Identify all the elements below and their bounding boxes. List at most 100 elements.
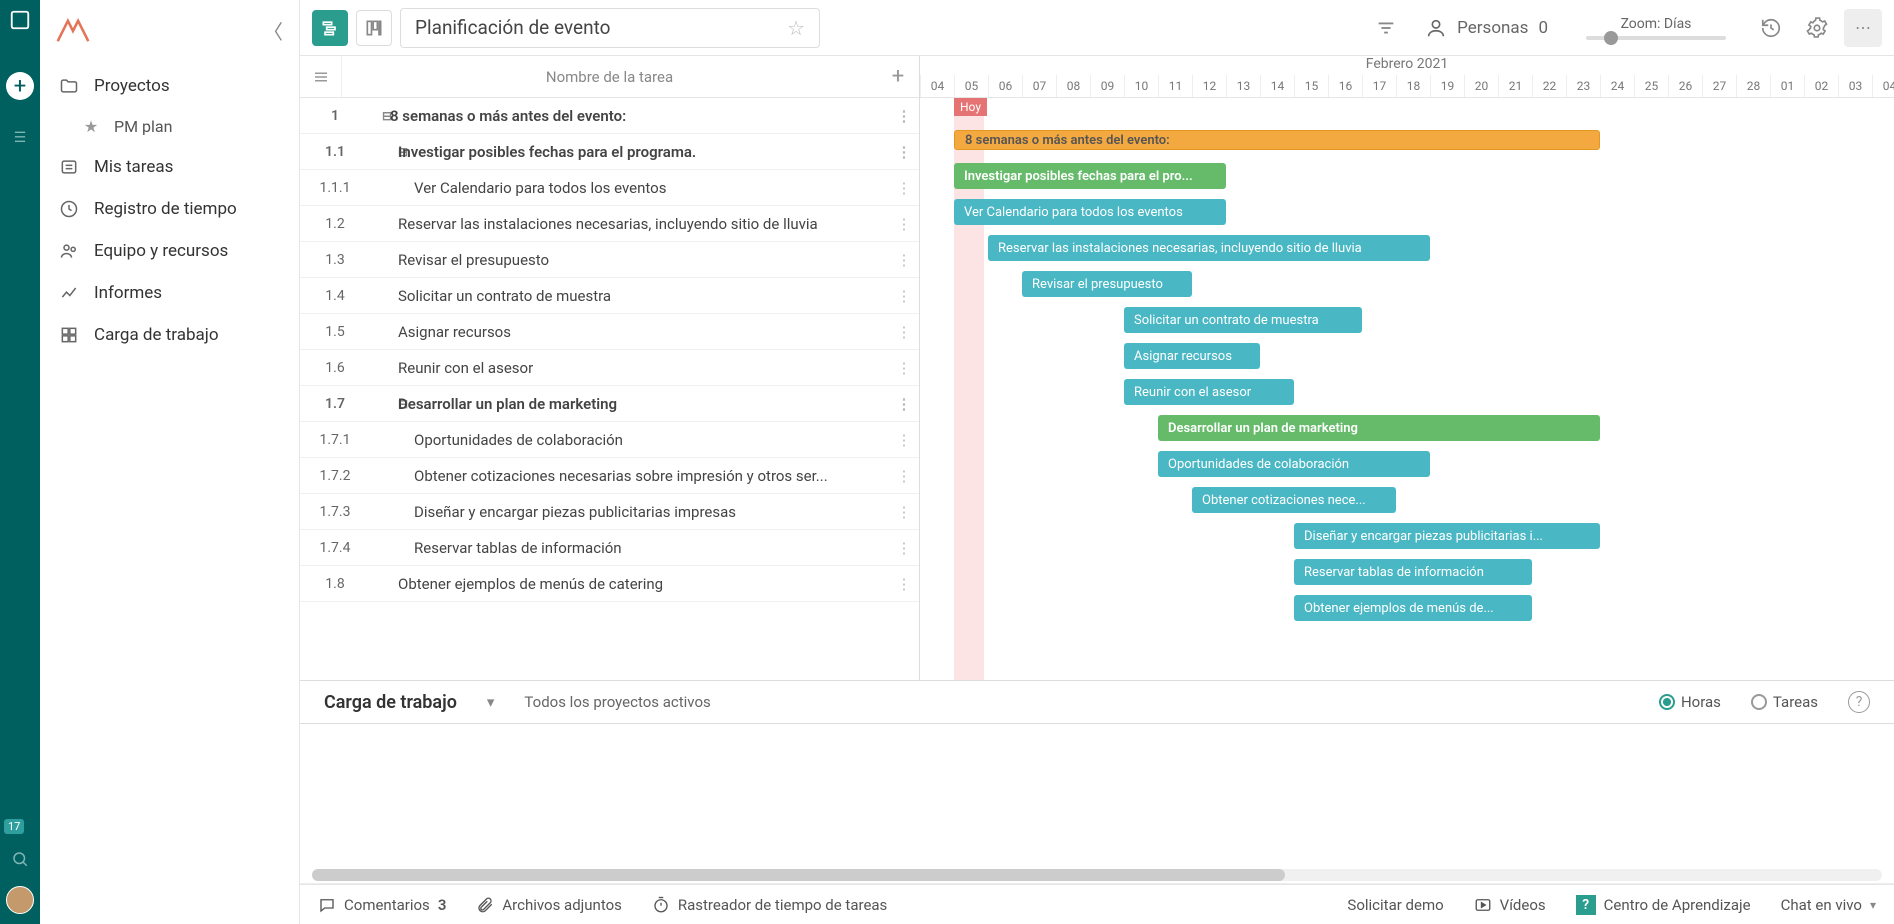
task-more-icon[interactable]: ⋮ [889,503,919,521]
task-more-icon[interactable]: ⋮ [889,359,919,377]
collapse-icon[interactable]: ⊟ [370,145,398,159]
zoom-control[interactable]: Zoom: Días [1568,16,1744,40]
footer-videos[interactable]: Vídeos [1474,896,1546,914]
project-title-box[interactable]: Planificación de evento ☆ [400,8,820,48]
task-more-icon[interactable]: ⋮ [889,575,919,593]
zoom-slider[interactable] [1586,36,1726,40]
user-avatar[interactable] [6,886,34,914]
help-icon[interactable]: ? [1848,691,1870,713]
filter-icon[interactable] [1367,9,1405,47]
gantt-bar[interactable]: Solicitar un contrato de muestra [1124,307,1362,333]
task-row[interactable]: 1.5 Asignar recursos ⋮ [300,314,919,350]
collapse-icon[interactable]: ⊟ [370,109,390,123]
gantt-bar[interactable]: Diseñar y encargar piezas publicitarias … [1294,523,1600,549]
collapse-icon[interactable]: ⊟ [370,397,398,411]
radio-tasks[interactable]: Tareas [1751,693,1818,711]
history-icon[interactable] [1752,9,1790,47]
task-row[interactable]: 1.7 ⊟ Desarrollar un plan de marketing ⋮ [300,386,919,422]
gantt-row: Reservar tablas de información [920,554,1894,590]
notification-badge[interactable]: 17 [4,819,24,834]
workload-filter-label[interactable]: Todos los proyectos activos [524,693,710,711]
task-row[interactable]: 1.2 Reservar las instalaciones necesaria… [300,206,919,242]
gantt-bar[interactable]: Desarrollar un plan de marketing [1158,415,1600,441]
gantt-bar[interactable]: Asignar recursos [1124,343,1260,369]
task-row[interactable]: 1.8 Obtener ejemplos de menús de caterin… [300,566,919,602]
sidebar-item-team[interactable]: Equipo y recursos [40,230,299,272]
task-more-icon[interactable]: ⋮ [889,395,919,413]
task-more-icon[interactable]: ⋮ [889,323,919,341]
gantt-bar[interactable]: Investigar posibles fechas para el pro..… [954,163,1226,189]
settings-icon[interactable] [1798,9,1836,47]
rail-menu-icon[interactable]: ☰ [14,130,27,146]
brand-logo-icon [56,17,88,45]
app-rail: + ☰ 17 [0,0,40,924]
footer-time-tracker[interactable]: Rastreador de tiempo de tareas [652,896,887,914]
day-header: 07 [1022,75,1056,97]
radio-hours[interactable]: Horas [1659,693,1721,711]
gantt-bar[interactable]: Oportunidades de colaboración [1158,451,1430,477]
favorite-star-icon[interactable]: ☆ [787,16,805,40]
gantt-row: Diseñar y encargar piezas publicitarias … [920,518,1894,554]
task-row[interactable]: 1.7.3 Diseñar y encargar piezas publicit… [300,494,919,530]
gantt-bar[interactable]: Reservar las instalaciones necesarias, i… [988,235,1430,261]
task-more-icon[interactable]: ⋮ [889,179,919,197]
more-options-icon[interactable]: ⋯ [1844,9,1882,47]
footer-attachments[interactable]: Archivos adjuntos [476,896,621,914]
sidebar-item-pm-plan[interactable]: ★ PM plan [40,107,299,146]
sidebar-item-time-log[interactable]: Registro de tiempo [40,188,299,230]
task-row[interactable]: 1.6 Reunir con el asesor ⋮ [300,350,919,386]
footer-learning[interactable]: ? Centro de Aprendizaje [1576,895,1751,915]
create-new-button[interactable]: + [6,72,34,100]
gantt-view-button[interactable] [312,10,348,46]
footer-comments[interactable]: Comentarios 3 [318,896,446,914]
task-row[interactable]: 1.4 Solicitar un contrato de muestra ⋮ [300,278,919,314]
sidebar-item-reports[interactable]: Informes [40,272,299,314]
sidebar-label: Informes [94,283,162,303]
search-icon[interactable] [11,850,29,868]
personas-selector[interactable]: Personas 0 [1413,17,1560,39]
day-header: 24 [1600,75,1634,97]
gantt-bar[interactable]: 8 semanas o más antes del evento: [954,130,1600,150]
day-header: 04 [920,75,954,97]
column-header-name[interactable]: Nombre de la tarea [342,68,877,86]
task-more-icon[interactable]: ⋮ [889,287,919,305]
task-wbs: 1.8 [300,576,370,592]
task-more-icon[interactable]: ⋮ [889,215,919,233]
sidebar-label: Equipo y recursos [94,241,228,261]
gantt-bar[interactable]: Obtener cotizaciones nece... [1192,487,1396,513]
sidebar-item-my-tasks[interactable]: Mis tareas [40,146,299,188]
task-row[interactable]: 1 ⊟ 8 semanas o más antes del evento: ⋮ [300,98,919,134]
collapse-sidebar-icon[interactable]: 〈 [263,16,283,45]
task-row[interactable]: 1.3 Revisar el presupuesto ⋮ [300,242,919,278]
gantt-bar[interactable]: Revisar el presupuesto [1022,271,1192,297]
add-column-icon[interactable]: + [877,64,919,89]
task-more-icon[interactable]: ⋮ [889,467,919,485]
paperclip-icon [476,896,494,914]
day-header: 18 [1396,75,1430,97]
sidebar-item-workload[interactable]: Carga de trabajo [40,314,299,356]
task-more-icon[interactable]: ⋮ [889,107,919,125]
sidebar-item-projects[interactable]: Proyectos [40,65,299,107]
task-row[interactable]: 1.7.2 Obtener cotizaciones necesarias so… [300,458,919,494]
gantt-bar[interactable]: Reunir con el asesor [1124,379,1294,405]
footer-demo[interactable]: Solicitar demo [1347,896,1443,914]
footer-chat[interactable]: Chat en vivo ▾ [1781,896,1876,914]
task-row[interactable]: 1.1 ⊟ Investigar posibles fechas para el… [300,134,919,170]
horizontal-scrollbar[interactable] [312,869,1882,881]
task-wbs: 1.7 [300,396,370,412]
play-icon [1474,896,1492,914]
task-more-icon[interactable]: ⋮ [889,251,919,269]
task-row[interactable]: 1.7.4 Reservar tablas de información ⋮ [300,530,919,566]
gantt-bar[interactable]: Obtener ejemplos de menús de... [1294,595,1532,621]
task-more-icon[interactable]: ⋮ [889,431,919,449]
task-more-icon[interactable]: ⋮ [889,539,919,557]
gantt-row: Investigar posibles fechas para el pro..… [920,158,1894,194]
board-view-button[interactable] [356,10,392,46]
grid-menu-icon[interactable] [300,56,342,97]
task-row[interactable]: 1.7.1 Oportunidades de colaboración ⋮ [300,422,919,458]
gantt-bar[interactable]: Reservar tablas de información [1294,559,1532,585]
task-row[interactable]: 1.1.1 Ver Calendario para todos los even… [300,170,919,206]
task-more-icon[interactable]: ⋮ [889,143,919,161]
workload-dropdown-icon[interactable]: ▾ [487,693,495,711]
gantt-bar[interactable]: Ver Calendario para todos los eventos [954,199,1226,225]
